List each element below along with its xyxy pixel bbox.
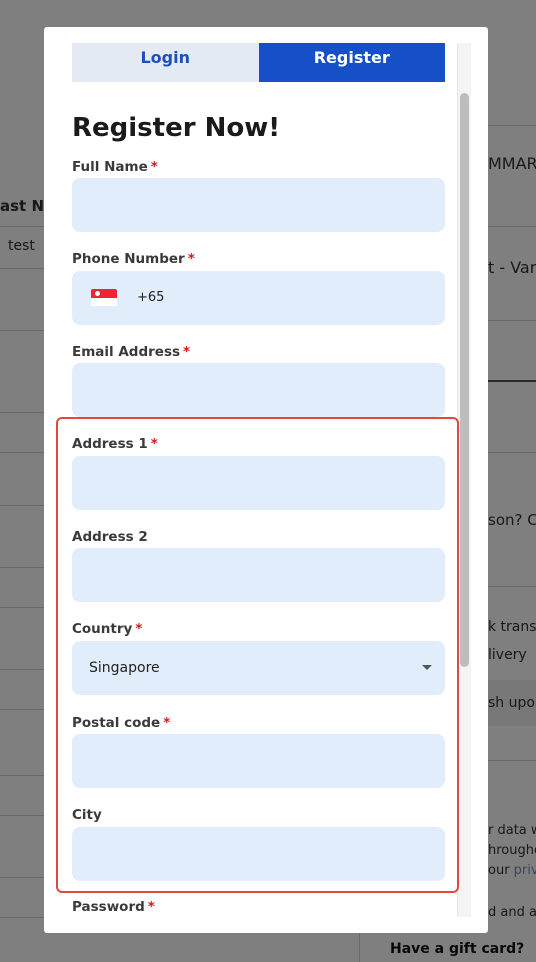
full-name-label-text: Full Name bbox=[72, 159, 148, 175]
address1-input[interactable] bbox=[72, 456, 445, 510]
required-marker: * bbox=[150, 159, 158, 175]
phone-input[interactable]: +65 bbox=[72, 271, 445, 325]
flag-white-band bbox=[91, 297, 117, 306]
country-select-value: Singapore bbox=[89, 660, 160, 676]
password-label: Password * bbox=[72, 899, 155, 915]
address2-label: Address 2 bbox=[72, 529, 148, 545]
city-input[interactable] bbox=[72, 827, 445, 881]
address2-input[interactable] bbox=[72, 548, 445, 602]
required-marker: * bbox=[183, 344, 191, 360]
email-label-text: Email Address bbox=[72, 344, 181, 360]
email-field[interactable] bbox=[72, 363, 445, 417]
full-name-input[interactable] bbox=[72, 178, 445, 232]
required-marker: * bbox=[150, 436, 158, 452]
postal-code-input[interactable] bbox=[72, 734, 445, 788]
modal-scrollbar-thumb[interactable] bbox=[460, 93, 469, 667]
page-title: Register Now! bbox=[72, 113, 281, 143]
postal-code-label-text: Postal code bbox=[72, 715, 161, 731]
address1-label: Address 1 * bbox=[72, 436, 158, 452]
password-label-text: Password bbox=[72, 899, 145, 915]
register-modal: Login Register Register Now! Full Name * … bbox=[44, 27, 488, 933]
country-select[interactable]: Singapore bbox=[72, 641, 445, 695]
singapore-flag-icon[interactable] bbox=[91, 289, 117, 306]
modal-scroll-area[interactable]: Login Register Register Now! Full Name * … bbox=[44, 27, 488, 933]
tab-login[interactable]: Login bbox=[72, 43, 259, 82]
dial-code: +65 bbox=[137, 290, 165, 305]
flag-crescent bbox=[95, 290, 100, 296]
country-label: Country * bbox=[72, 621, 142, 637]
full-name-label: Full Name * bbox=[72, 159, 158, 175]
city-label-text: City bbox=[72, 807, 102, 823]
address2-label-text: Address 2 bbox=[72, 529, 148, 545]
address1-label-text: Address 1 bbox=[72, 436, 148, 452]
email-label: Email Address * bbox=[72, 344, 190, 360]
required-marker: * bbox=[187, 251, 195, 267]
required-marker: * bbox=[163, 715, 171, 731]
postal-code-label: Postal code * bbox=[72, 715, 170, 731]
required-marker: * bbox=[135, 621, 143, 637]
city-label: City bbox=[72, 807, 102, 823]
caret-down-icon bbox=[422, 665, 432, 670]
phone-label-text: Phone Number bbox=[72, 251, 185, 267]
tab-register[interactable]: Register bbox=[258, 43, 445, 82]
required-marker: * bbox=[147, 899, 155, 915]
auth-tabs: Login Register bbox=[72, 43, 445, 82]
country-label-text: Country bbox=[72, 621, 133, 637]
phone-label: Phone Number * bbox=[72, 251, 195, 267]
